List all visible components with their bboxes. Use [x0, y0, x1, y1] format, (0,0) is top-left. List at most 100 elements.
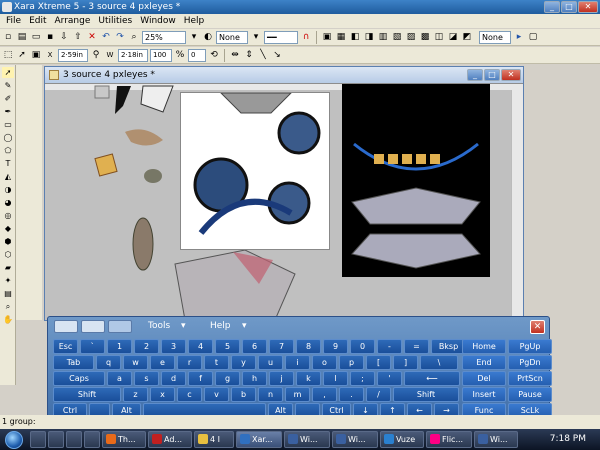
live-effects-tool-icon[interactable]: ✦	[2, 275, 14, 286]
menu-edit[interactable]: Edit	[25, 14, 50, 28]
freehand-tool-icon[interactable]: ✎	[2, 80, 14, 91]
key-j-r2-7[interactable]: j	[269, 371, 294, 386]
key-h-r2-6[interactable]: h	[242, 371, 267, 386]
bitmap-icon[interactable]: ▩	[419, 31, 431, 43]
zoom-combo[interactable]: 25%	[142, 30, 186, 44]
key-d-r2-3[interactable]: d	[161, 371, 186, 386]
new-document-icon[interactable]: ▫	[2, 31, 14, 43]
transparency-tool-icon[interactable]: ◑	[2, 184, 14, 195]
drawing-canvas[interactable]	[45, 84, 523, 320]
photo-tool-icon[interactable]: ▤	[2, 288, 14, 299]
doc-maximize-button[interactable]: □	[484, 69, 500, 81]
key-bksp-r0-14[interactable]: Bksp	[431, 339, 466, 354]
feather-dropdown-icon[interactable]: ▸	[513, 31, 525, 43]
metal-claw-shape[interactable]	[174, 249, 296, 320]
mould-tool-icon[interactable]: ⬡	[2, 249, 14, 260]
rotate-icon[interactable]: ⟲	[208, 49, 220, 61]
key-symbol-r1-11[interactable]: [	[366, 355, 391, 370]
export-icon[interactable]: ⇧	[72, 31, 84, 43]
key-end-r1-14[interactable]: End	[462, 355, 506, 370]
osk-mode-keyboard-button[interactable]	[108, 320, 132, 333]
key-esc-r0-0[interactable]: Esc	[53, 339, 78, 354]
key-symbol-r2-12[interactable]: ⟵	[404, 371, 460, 386]
menu-help[interactable]: Help	[180, 14, 209, 28]
key-r-r1-4[interactable]: r	[177, 355, 202, 370]
key-symbol-r3-9[interactable]: .	[339, 387, 364, 402]
taskbar-item[interactable]: Xar...	[236, 431, 282, 448]
align-icon[interactable]: ▥	[377, 31, 389, 43]
key-pause-r3-13[interactable]: Pause	[508, 387, 552, 402]
menu-file[interactable]: File	[2, 14, 25, 28]
key-symbol-r0-13[interactable]: =	[404, 339, 429, 354]
push-tool-icon[interactable]: ✋	[2, 314, 14, 325]
key-z-r3-1[interactable]: z	[123, 387, 148, 402]
quicklaunch-icon[interactable]	[84, 431, 100, 448]
key-tab-r1-0[interactable]: Tab	[53, 355, 94, 370]
new-template-icon[interactable]: ▤	[16, 31, 28, 43]
shape-editor-tool-icon[interactable]: ✐	[2, 93, 14, 104]
key-c-r3-3[interactable]: c	[177, 387, 202, 402]
shadow-tool-icon[interactable]: ◕	[2, 197, 14, 208]
quality-dropdown-icon[interactable]: ▾	[250, 31, 262, 43]
text-tool-icon[interactable]: T	[2, 158, 14, 169]
key-n-r3-6[interactable]: n	[258, 387, 283, 402]
save-icon[interactable]: ▪	[44, 31, 56, 43]
zoom-icon[interactable]: ⌕	[128, 31, 140, 43]
combine-icon[interactable]: ▧	[391, 31, 403, 43]
key-k-r2-8[interactable]: k	[296, 371, 321, 386]
key-0-r0-11[interactable]: 0	[350, 339, 375, 354]
rectangle-tool-icon[interactable]: ▭	[2, 119, 14, 130]
selector-arrow-icon[interactable]: ➚	[16, 49, 28, 61]
dice-shape[interactable]	[94, 153, 118, 177]
magnet-icon[interactable]: ∩	[300, 31, 312, 43]
import-icon[interactable]: ⇩	[58, 31, 70, 43]
feather-shape[interactable]	[125, 129, 163, 146]
key-p-r1-10[interactable]: p	[339, 355, 364, 370]
key-4-r0-5[interactable]: 4	[188, 339, 213, 354]
doc-minimize-button[interactable]: _	[467, 69, 483, 81]
key-y-r1-6[interactable]: y	[231, 355, 256, 370]
quality-combo[interactable]: None	[216, 30, 248, 44]
scale-width-field[interactable]: 100	[150, 48, 172, 62]
key-q-r1-1[interactable]: q	[96, 355, 121, 370]
key-7-r0-8[interactable]: 7	[269, 339, 294, 354]
key-6-r0-7[interactable]: 6	[242, 339, 267, 354]
key-prtscn-r2-14[interactable]: PrtScn	[508, 371, 552, 386]
key-5-r0-6[interactable]: 5	[215, 339, 240, 354]
undo-icon[interactable]: ↶	[100, 31, 112, 43]
blend-tool-icon[interactable]: ◆	[2, 223, 14, 234]
vertical-scrollbar[interactable]	[511, 90, 523, 320]
open-icon[interactable]: ▭	[30, 31, 42, 43]
options-icon[interactable]: ▢	[527, 31, 539, 43]
osk-tools-menu[interactable]: Tools	[148, 320, 170, 333]
arrow-down-icon[interactable]: ↘	[271, 49, 283, 61]
close-button[interactable]: ✕	[578, 1, 598, 13]
key-l-r2-9[interactable]: l	[323, 371, 348, 386]
key-symbol-r2-10[interactable]: ;	[350, 371, 375, 386]
convert-icon[interactable]: ▨	[405, 31, 417, 43]
menu-arrange[interactable]: Arrange	[51, 14, 95, 28]
white-wing-shape[interactable]	[140, 85, 174, 113]
key-shift-r3-11[interactable]: Shift	[393, 387, 459, 402]
key-m-r3-7[interactable]: m	[285, 387, 310, 402]
key-3-r0-4[interactable]: 3	[161, 339, 186, 354]
key-symbol-r3-10[interactable]: /	[366, 387, 391, 402]
key-9-r0-10[interactable]: 9	[323, 339, 348, 354]
key-s-r2-2[interactable]: s	[134, 371, 159, 386]
key-symbol-r1-12[interactable]: ]	[393, 355, 418, 370]
selector-tool-icon[interactable]: ➚	[2, 67, 14, 78]
key-symbol-r2-11[interactable]: '	[377, 371, 402, 386]
menu-window[interactable]: Window	[136, 14, 180, 28]
taskbar-item[interactable]: Wi...	[332, 431, 378, 448]
key-symbol-r0-12[interactable]: -	[377, 339, 402, 354]
lock-aspect-icon[interactable]: ⚲	[90, 49, 102, 61]
taskbar-item[interactable]: Vuze	[380, 431, 424, 448]
key-caps-r2-0[interactable]: Caps	[53, 371, 105, 386]
ellipse-tool-icon[interactable]: ◯	[2, 132, 14, 143]
key-v-r3-4[interactable]: v	[204, 387, 229, 402]
redo-icon[interactable]: ↷	[114, 31, 126, 43]
show-desktop-icon[interactable]	[30, 431, 46, 448]
shadow-icon[interactable]: ◪	[447, 31, 459, 43]
taskbar-item[interactable]: Wi...	[474, 431, 518, 448]
clock[interactable]: 7:18 PM	[550, 429, 586, 450]
